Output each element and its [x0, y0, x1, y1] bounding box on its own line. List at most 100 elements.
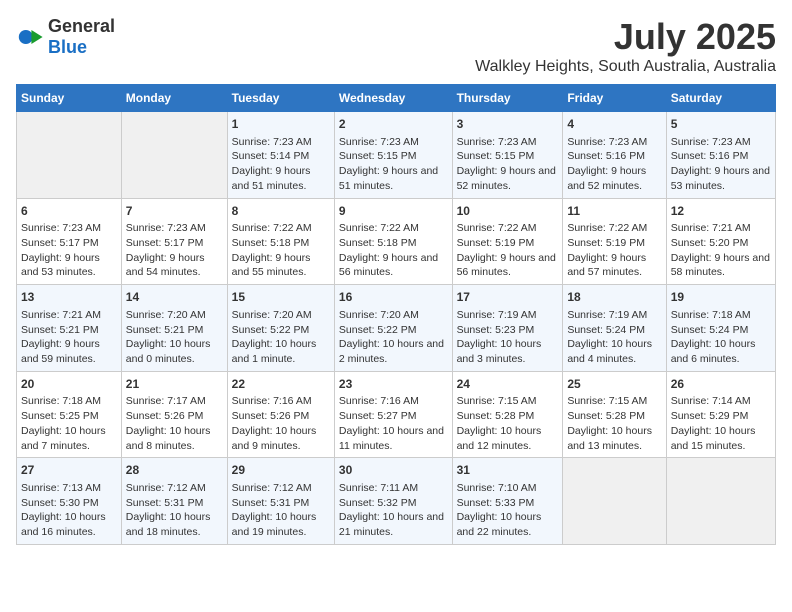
day-info: Sunrise: 7:20 AM	[339, 308, 448, 323]
day-info: Daylight: 9 hours and 57 minutes.	[567, 251, 661, 280]
calendar-body: 1Sunrise: 7:23 AMSunset: 5:14 PMDaylight…	[17, 112, 776, 545]
day-info: Sunrise: 7:22 AM	[232, 221, 330, 236]
day-info: Sunrise: 7:13 AM	[21, 481, 117, 496]
day-number: 6	[21, 203, 117, 220]
day-info: Sunrise: 7:14 AM	[671, 394, 771, 409]
day-info: Sunrise: 7:23 AM	[126, 221, 223, 236]
day-number: 5	[671, 116, 771, 133]
day-number: 15	[232, 289, 330, 306]
day-number: 30	[339, 462, 448, 479]
logo: General Blue	[16, 16, 115, 58]
calendar-cell: 2Sunrise: 7:23 AMSunset: 5:15 PMDaylight…	[334, 112, 452, 199]
calendar-table: SundayMondayTuesdayWednesdayThursdayFrid…	[16, 84, 776, 545]
day-info: Sunset: 5:21 PM	[126, 323, 223, 338]
calendar-cell	[121, 112, 227, 199]
day-info: Sunrise: 7:17 AM	[126, 394, 223, 409]
day-info: Sunrise: 7:23 AM	[671, 135, 771, 150]
day-number: 8	[232, 203, 330, 220]
day-info: Sunrise: 7:20 AM	[126, 308, 223, 323]
day-info: Sunset: 5:33 PM	[457, 496, 559, 511]
day-number: 24	[457, 376, 559, 393]
logo-icon	[16, 23, 44, 51]
calendar-cell: 15Sunrise: 7:20 AMSunset: 5:22 PMDayligh…	[227, 285, 334, 372]
calendar-cell: 12Sunrise: 7:21 AMSunset: 5:20 PMDayligh…	[666, 198, 775, 285]
day-info: Sunset: 5:23 PM	[457, 323, 559, 338]
day-number: 17	[457, 289, 559, 306]
day-info: Sunset: 5:17 PM	[126, 236, 223, 251]
main-title: July 2025	[475, 16, 776, 58]
day-number: 29	[232, 462, 330, 479]
day-info: Sunrise: 7:19 AM	[457, 308, 559, 323]
day-number: 26	[671, 376, 771, 393]
day-info: Daylight: 9 hours and 58 minutes.	[671, 251, 771, 280]
day-info: Sunrise: 7:16 AM	[339, 394, 448, 409]
day-info: Daylight: 9 hours and 59 minutes.	[21, 337, 117, 366]
calendar-week-3: 13Sunrise: 7:21 AMSunset: 5:21 PMDayligh…	[17, 285, 776, 372]
calendar-cell: 3Sunrise: 7:23 AMSunset: 5:15 PMDaylight…	[452, 112, 563, 199]
logo-general: General	[48, 16, 115, 36]
calendar-cell: 6Sunrise: 7:23 AMSunset: 5:17 PMDaylight…	[17, 198, 122, 285]
day-info: Sunrise: 7:23 AM	[567, 135, 661, 150]
calendar-cell: 10Sunrise: 7:22 AMSunset: 5:19 PMDayligh…	[452, 198, 563, 285]
day-info: Daylight: 10 hours and 13 minutes.	[567, 424, 661, 453]
day-info: Sunset: 5:28 PM	[457, 409, 559, 424]
day-number: 19	[671, 289, 771, 306]
calendar-cell: 22Sunrise: 7:16 AMSunset: 5:26 PMDayligh…	[227, 371, 334, 458]
calendar-cell	[666, 458, 775, 545]
day-info: Sunrise: 7:16 AM	[232, 394, 330, 409]
day-number: 3	[457, 116, 559, 133]
day-info: Sunset: 5:15 PM	[339, 149, 448, 164]
day-info: Daylight: 10 hours and 2 minutes.	[339, 337, 448, 366]
day-info: Daylight: 10 hours and 16 minutes.	[21, 510, 117, 539]
day-number: 16	[339, 289, 448, 306]
day-info: Sunrise: 7:12 AM	[232, 481, 330, 496]
calendar-cell: 8Sunrise: 7:22 AMSunset: 5:18 PMDaylight…	[227, 198, 334, 285]
logo-blue: Blue	[48, 37, 87, 57]
day-info: Sunset: 5:31 PM	[126, 496, 223, 511]
calendar-cell: 4Sunrise: 7:23 AMSunset: 5:16 PMDaylight…	[563, 112, 666, 199]
day-info: Daylight: 9 hours and 52 minutes.	[457, 164, 559, 193]
day-info: Daylight: 10 hours and 18 minutes.	[126, 510, 223, 539]
day-number: 28	[126, 462, 223, 479]
calendar-cell	[17, 112, 122, 199]
calendar-cell: 30Sunrise: 7:11 AMSunset: 5:32 PMDayligh…	[334, 458, 452, 545]
calendar-cell: 19Sunrise: 7:18 AMSunset: 5:24 PMDayligh…	[666, 285, 775, 372]
day-info: Sunrise: 7:21 AM	[671, 221, 771, 236]
day-info: Sunset: 5:21 PM	[21, 323, 117, 338]
subtitle: Walkley Heights, South Australia, Austra…	[475, 58, 776, 76]
day-number: 2	[339, 116, 448, 133]
day-info: Daylight: 10 hours and 12 minutes.	[457, 424, 559, 453]
header: General Blue July 2025 Walkley Heights, …	[16, 16, 776, 76]
day-info: Sunrise: 7:10 AM	[457, 481, 559, 496]
day-info: Sunset: 5:22 PM	[339, 323, 448, 338]
calendar-cell: 7Sunrise: 7:23 AMSunset: 5:17 PMDaylight…	[121, 198, 227, 285]
day-number: 9	[339, 203, 448, 220]
calendar-cell: 31Sunrise: 7:10 AMSunset: 5:33 PMDayligh…	[452, 458, 563, 545]
day-info: Daylight: 10 hours and 11 minutes.	[339, 424, 448, 453]
calendar-cell: 20Sunrise: 7:18 AMSunset: 5:25 PMDayligh…	[17, 371, 122, 458]
day-info: Sunset: 5:24 PM	[567, 323, 661, 338]
day-number: 10	[457, 203, 559, 220]
day-info: Daylight: 10 hours and 9 minutes.	[232, 424, 330, 453]
day-number: 27	[21, 462, 117, 479]
day-info: Sunrise: 7:22 AM	[339, 221, 448, 236]
calendar-cell: 9Sunrise: 7:22 AMSunset: 5:18 PMDaylight…	[334, 198, 452, 285]
day-info: Sunrise: 7:21 AM	[21, 308, 117, 323]
day-info: Sunrise: 7:23 AM	[21, 221, 117, 236]
header-sunday: Sunday	[17, 85, 122, 112]
day-info: Daylight: 10 hours and 3 minutes.	[457, 337, 559, 366]
day-info: Daylight: 10 hours and 1 minute.	[232, 337, 330, 366]
day-number: 1	[232, 116, 330, 133]
calendar-cell: 23Sunrise: 7:16 AMSunset: 5:27 PMDayligh…	[334, 371, 452, 458]
header-tuesday: Tuesday	[227, 85, 334, 112]
day-info: Daylight: 10 hours and 19 minutes.	[232, 510, 330, 539]
day-info: Sunset: 5:16 PM	[671, 149, 771, 164]
calendar-cell: 21Sunrise: 7:17 AMSunset: 5:26 PMDayligh…	[121, 371, 227, 458]
day-number: 25	[567, 376, 661, 393]
day-info: Daylight: 9 hours and 53 minutes.	[21, 251, 117, 280]
day-info: Daylight: 9 hours and 52 minutes.	[567, 164, 661, 193]
day-info: Daylight: 10 hours and 8 minutes.	[126, 424, 223, 453]
calendar-cell	[563, 458, 666, 545]
day-info: Sunset: 5:26 PM	[126, 409, 223, 424]
day-info: Sunset: 5:26 PM	[232, 409, 330, 424]
